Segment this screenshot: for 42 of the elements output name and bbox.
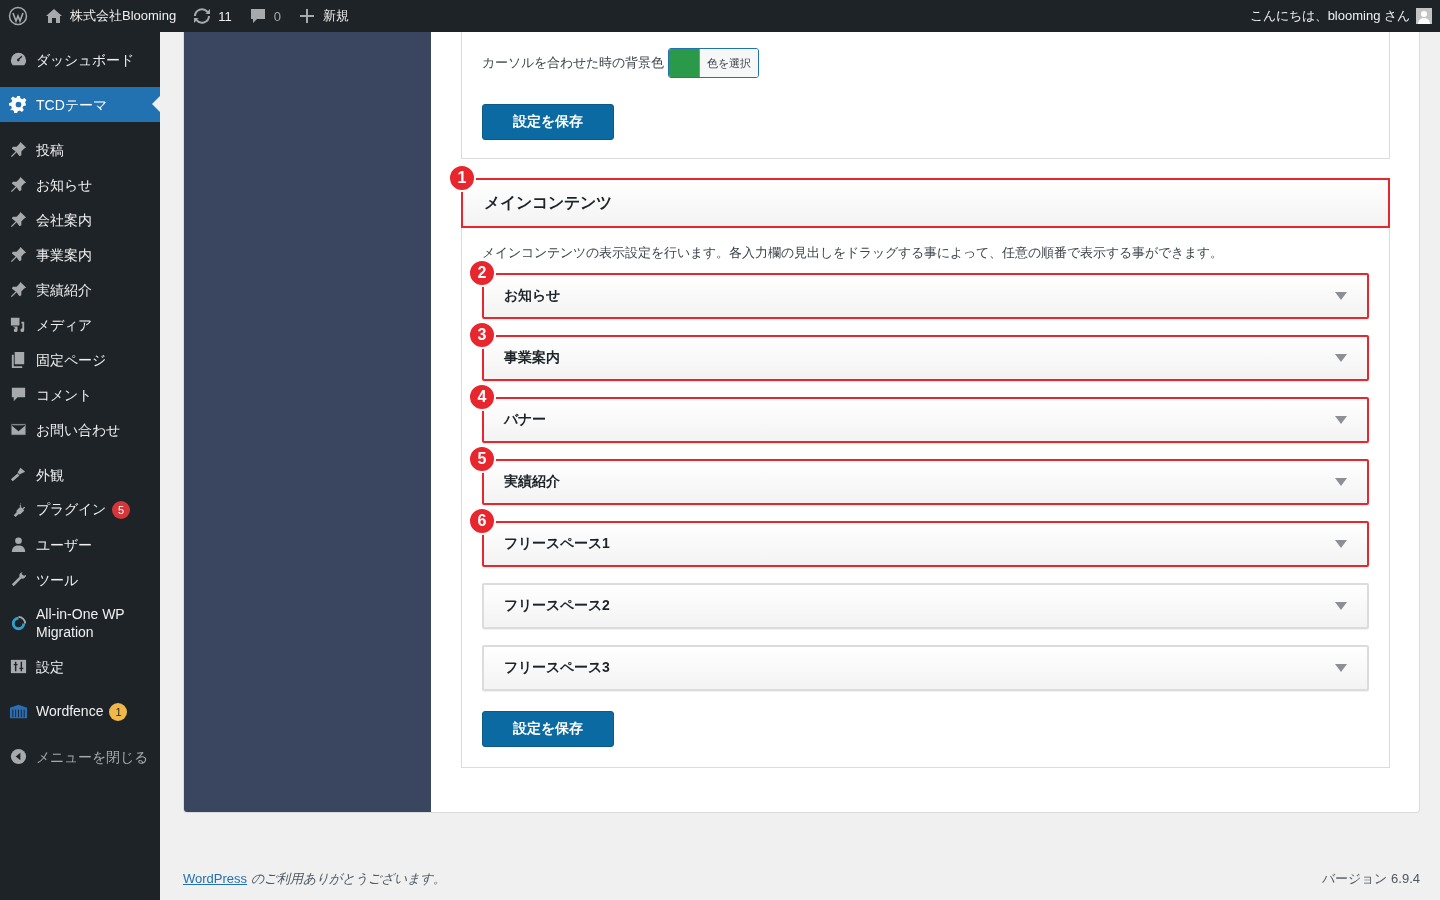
menu-item[interactable]: 会社案内: [0, 202, 160, 237]
wordpress-link[interactable]: WordPress: [183, 871, 248, 886]
menu-item[interactable]: プラグイン 5: [0, 492, 160, 527]
count-badge: 1: [109, 703, 128, 721]
menu-item[interactable]: 外観: [0, 457, 160, 492]
save-button[interactable]: 設定を保存: [482, 104, 614, 140]
accordion-header[interactable]: フリースペース3: [482, 645, 1369, 691]
save-button[interactable]: 設定を保存: [482, 711, 614, 747]
menu-item[interactable]: 固定ページ: [0, 342, 160, 377]
comment-count[interactable]: 0: [273, 8, 281, 24]
callout-number: 3: [468, 321, 496, 349]
menu-item[interactable]: 投稿: [0, 132, 160, 167]
menu-item[interactable]: 設定: [0, 649, 160, 684]
new-link[interactable]: 新規: [322, 7, 349, 25]
color-picker[interactable]: 色を選択: [668, 48, 759, 78]
callout-number: 2: [468, 259, 496, 287]
menu-item[interactable]: 実績紹介: [0, 272, 160, 307]
version-text: バージョン 6.9.4: [1322, 870, 1420, 888]
menu-item[interactable]: ツール: [0, 562, 160, 597]
menu-item[interactable]: 事業案内: [0, 237, 160, 272]
count-badge: 5: [112, 501, 130, 519]
callout-number: 6: [468, 507, 496, 535]
collapse-menu[interactable]: メニューを閉じる: [0, 739, 160, 774]
field-label: カーソルを合わせた時の背景色: [482, 54, 664, 72]
update-count[interactable]: 11: [218, 8, 232, 24]
footer-text: WordPress のご利用ありがとうございます。: [183, 870, 446, 888]
site-name[interactable]: 株式会社Blooming: [70, 7, 177, 25]
menu-item[interactable]: コメント: [0, 377, 160, 412]
menu-item[interactable]: お知らせ: [0, 167, 160, 202]
greeting[interactable]: こんにちは、blooming さん: [1249, 7, 1410, 25]
menu-item[interactable]: All-in-One WP Migration: [0, 597, 160, 649]
menu-item[interactable]: メディア: [0, 307, 160, 342]
menu-item[interactable]: TCDテーマ: [0, 87, 160, 122]
accordion-header[interactable]: フリースペース2: [482, 583, 1369, 629]
menu-item[interactable]: ダッシュボード: [0, 42, 160, 77]
select-color-button[interactable]: 色を選択: [699, 49, 758, 77]
description: メインコンテンツの表示設定を行います。各入力欄の見出しをドラッグする事によって、任意の順番で表示する事ができます。: [481, 245, 1224, 262]
menu-item[interactable]: お問い合わせ: [0, 412, 160, 447]
menu-item[interactable]: ユーザー: [0, 527, 160, 562]
callout-number: 4: [468, 383, 496, 411]
menu-item[interactable]: Wordfence 1: [0, 694, 160, 729]
callout-number: 5: [468, 445, 496, 473]
